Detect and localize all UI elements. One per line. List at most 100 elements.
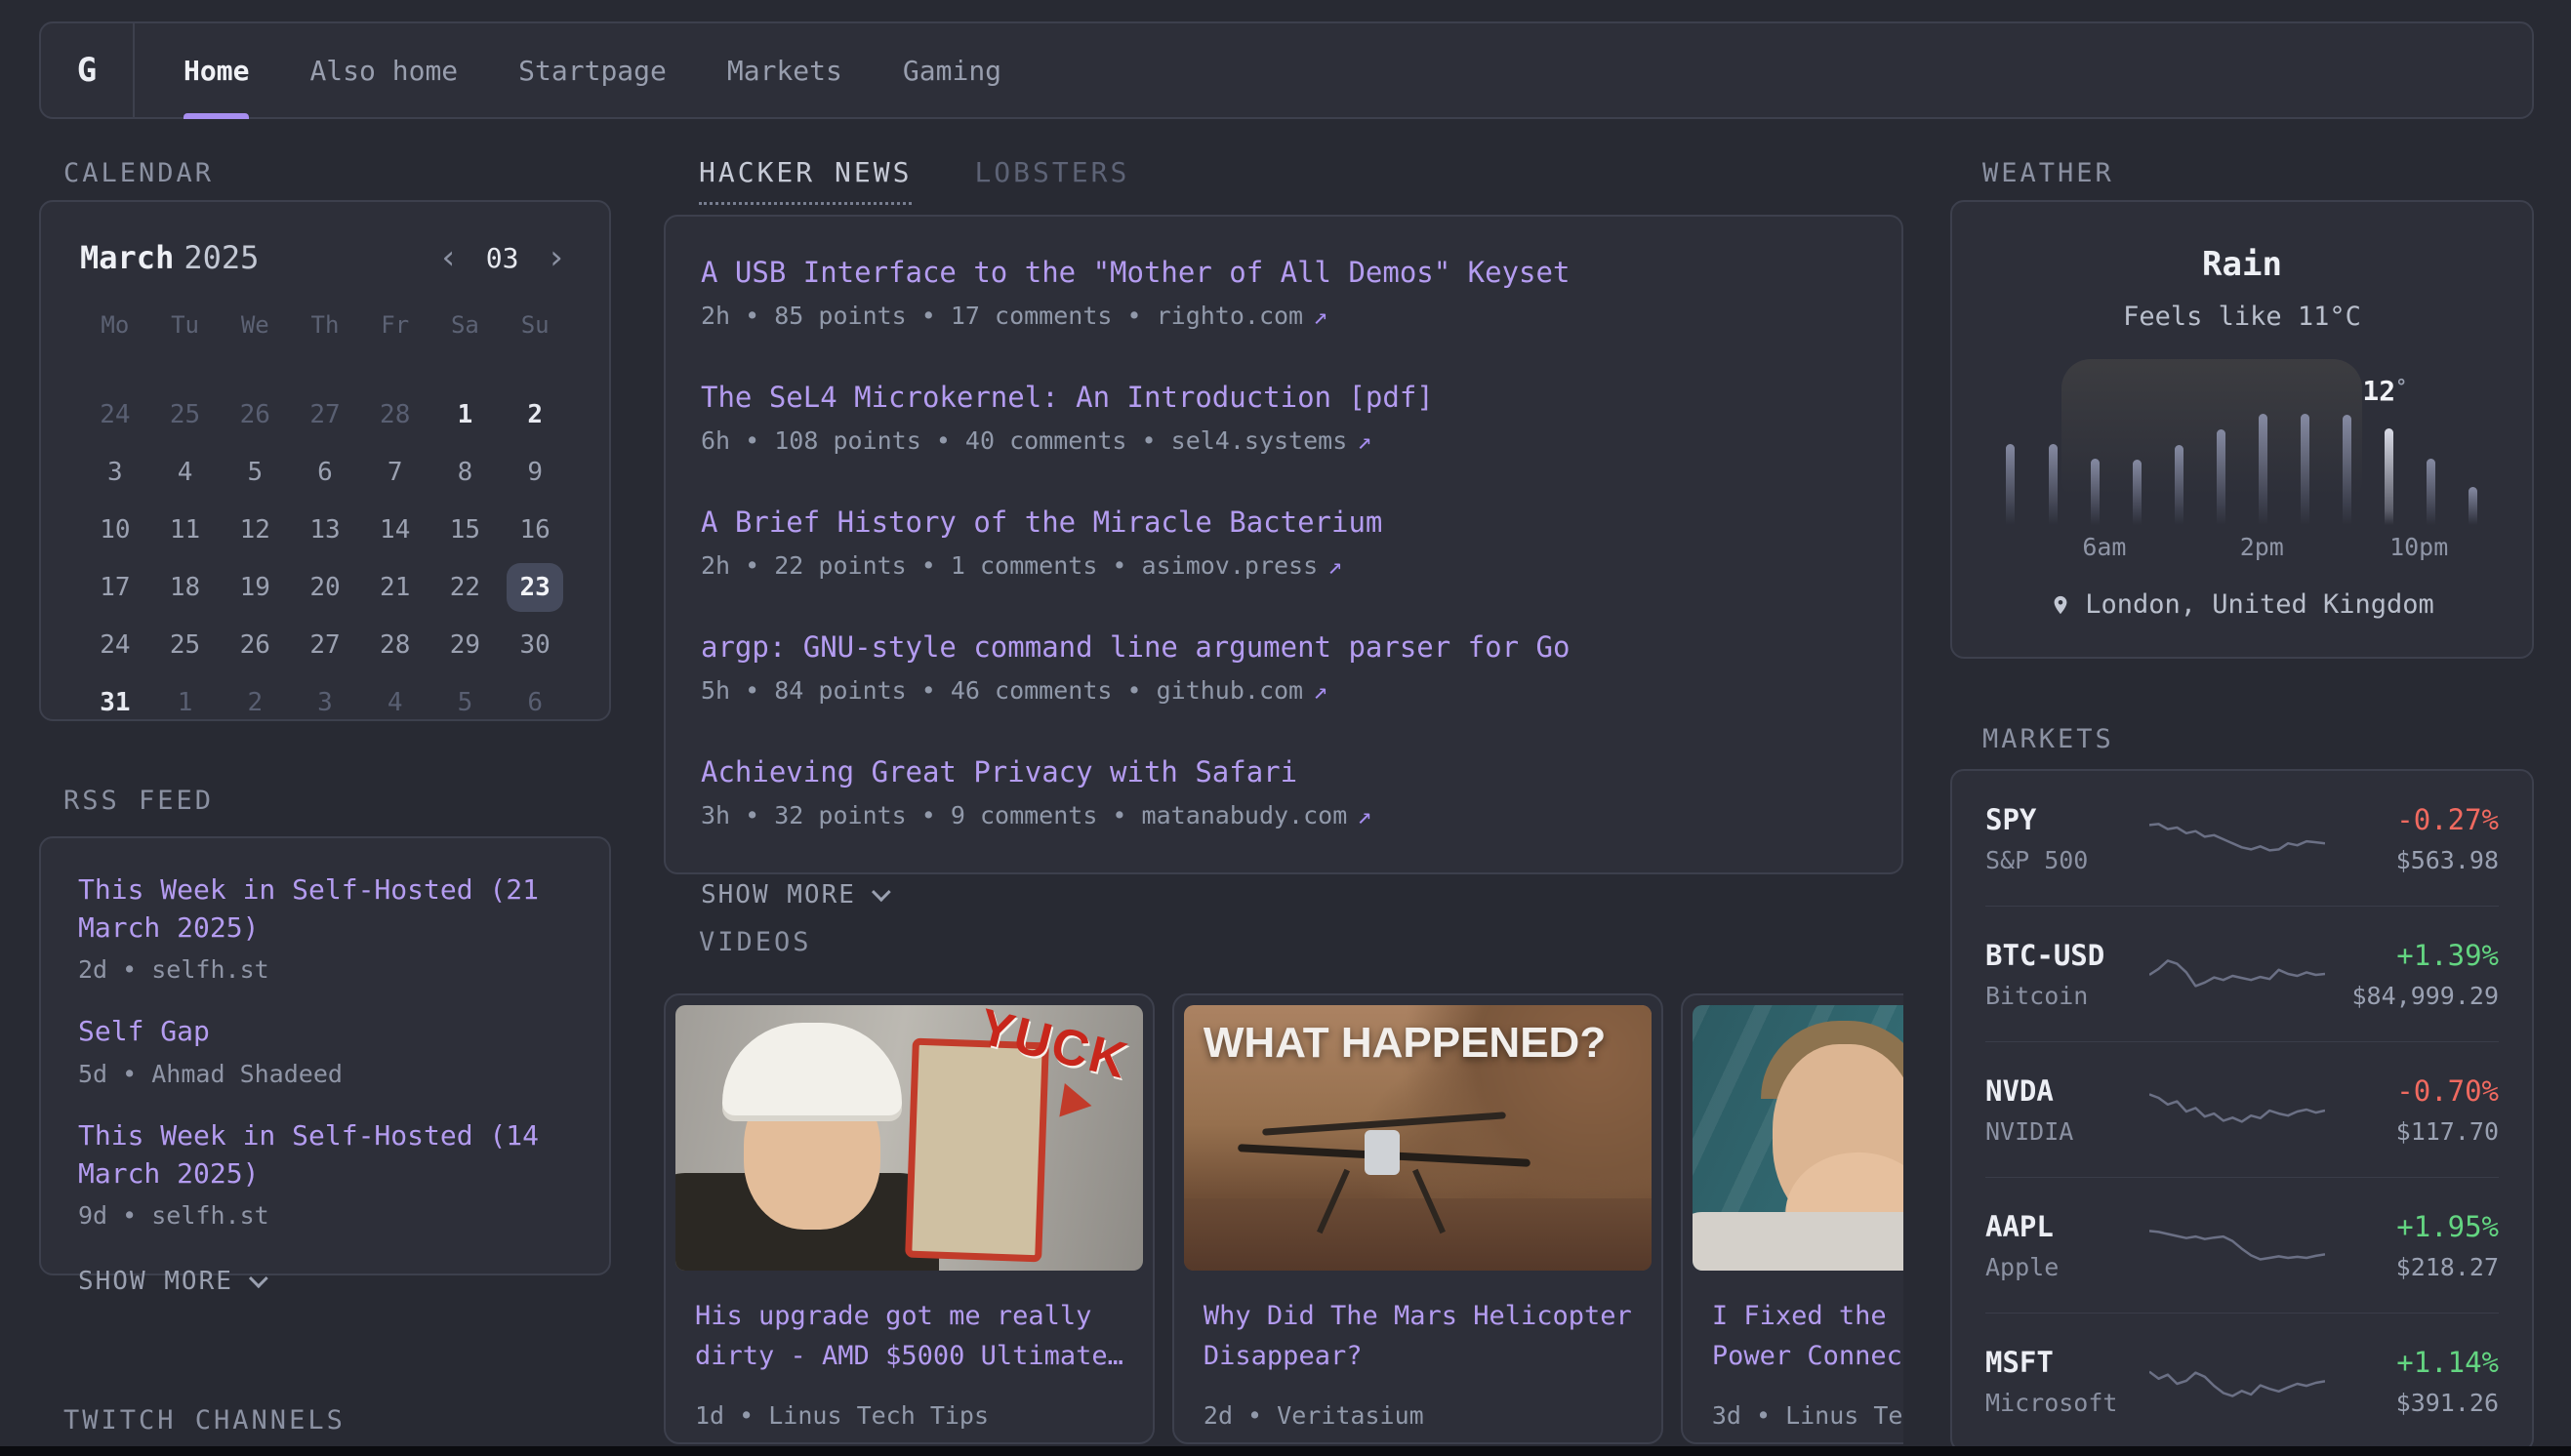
rss-item: This Week in Self-Hosted (21 March 2025)…	[78, 871, 572, 984]
video-title-line[interactable]: His upgrade got me really	[695, 1296, 1123, 1336]
market-row[interactable]: AAPL Apple +1.95% $218.27	[1985, 1178, 2499, 1314]
calendar-day[interactable]: 30	[500, 616, 570, 673]
calendar-day[interactable]: 5	[430, 673, 501, 731]
market-ticker[interactable]: AAPL	[1985, 1210, 2149, 1243]
hn-item-meta: 6h • 108 points • 40 comments • sel4.sys…	[701, 426, 1866, 455]
rss-item-title[interactable]: This Week in Self-Hosted (14 March 2025)	[78, 1117, 572, 1193]
calendar-day[interactable]: 6	[500, 673, 570, 731]
calendar-day[interactable]: 25	[150, 385, 221, 443]
feed-tab[interactable]: HACKER NEWS	[699, 156, 912, 205]
hn-item-title[interactable]: A USB Interface to the "Mother of All De…	[701, 256, 1570, 289]
calendar-day[interactable]: 22	[430, 558, 501, 616]
calendar-day[interactable]: 15	[430, 501, 501, 558]
external-link-icon[interactable]: ↗	[1327, 551, 1342, 580]
calendar-day[interactable]: 13	[290, 501, 360, 558]
calendar-day[interactable]: 25	[150, 616, 221, 673]
calendar-day[interactable]: 3	[290, 673, 360, 731]
calendar-day[interactable]: 11	[150, 501, 221, 558]
calendar-day[interactable]: 28	[360, 616, 430, 673]
market-ticker[interactable]: MSFT	[1985, 1346, 2149, 1379]
market-price: $563.98	[2325, 846, 2499, 874]
video-card[interactable]: WHAT HAPPENED? Why Did The Mars Helicopt…	[1172, 993, 1663, 1444]
thumb-helicopter-body	[1365, 1130, 1400, 1175]
calendar-day[interactable]: 1	[430, 385, 501, 443]
calendar-next-icon[interactable]: ›	[543, 241, 570, 274]
market-symbol-block: SPY S&P 500	[1985, 803, 2149, 874]
calendar-day[interactable]: 19	[220, 558, 290, 616]
market-ticker[interactable]: SPY	[1985, 803, 2149, 836]
video-title-line[interactable]: I Fixed the 5	[1712, 1296, 1903, 1336]
calendar-day[interactable]: 23	[500, 558, 570, 616]
calendar-day[interactable]: 24	[80, 385, 150, 443]
calendar-day[interactable]: 12	[220, 501, 290, 558]
calendar-prev-icon[interactable]: ‹	[434, 241, 462, 274]
calendar-day[interactable]: 31	[80, 673, 150, 731]
video-title-line[interactable]: dirty - AMD $5000 Ultimate…	[695, 1336, 1123, 1376]
external-link-icon[interactable]: ↗	[1357, 426, 1371, 455]
market-ticker[interactable]: BTC-USD	[1985, 939, 2149, 972]
rss-item-title[interactable]: This Week in Self-Hosted (21 March 2025)	[78, 871, 572, 947]
market-ticker[interactable]: NVDA	[1985, 1074, 2149, 1108]
external-link-icon[interactable]: ↗	[1313, 302, 1327, 330]
videos-row: YUCK His upgrade got me really dirty - A…	[664, 993, 1903, 1444]
external-link-icon[interactable]: ↗	[1313, 676, 1327, 705]
calendar-day[interactable]: 20	[290, 558, 360, 616]
thumb-hard-hat	[722, 1023, 902, 1115]
hn-item-title[interactable]: A Brief History of the Miracle Bacterium	[701, 506, 1382, 539]
calendar-day[interactable]: 24	[80, 616, 150, 673]
calendar-day[interactable]: 4	[360, 673, 430, 731]
map-pin-icon	[2050, 594, 2071, 616]
thumb-overlay-text: WHAT HAPPENED?	[1204, 1019, 1606, 1068]
calendar-day[interactable]: 10	[80, 501, 150, 558]
calendar-day[interactable]: 21	[360, 558, 430, 616]
video-title-line[interactable]: Disappear?	[1204, 1336, 1632, 1376]
video-title-line[interactable]: Power Connect	[1712, 1336, 1903, 1376]
calendar-day[interactable]: 14	[360, 501, 430, 558]
video-thumbnail[interactable]: DO TH T	[1693, 1005, 1903, 1271]
rss-item-title[interactable]: Self Gap	[78, 1013, 572, 1051]
calendar-day[interactable]: 7	[360, 443, 430, 501]
feed-tab[interactable]: LOBSTERS	[974, 156, 1129, 205]
calendar-month-number[interactable]: 03	[486, 242, 519, 274]
calendar-day[interactable]: 3	[80, 443, 150, 501]
rss-show-more-button[interactable]: SHOW MORE	[78, 1267, 572, 1296]
calendar-day[interactable]: 27	[290, 385, 360, 443]
hn-item-title[interactable]: The SeL4 Microkernel: An Introduction [p…	[701, 381, 1434, 414]
market-row[interactable]: SPY S&P 500 -0.27% $563.98	[1985, 771, 2499, 907]
video-title-line[interactable]: Why Did The Mars Helicopter	[1204, 1296, 1632, 1336]
external-link-icon[interactable]: ↗	[1357, 801, 1371, 829]
video-thumbnail[interactable]: WHAT HAPPENED?	[1184, 1005, 1652, 1271]
calendar-day[interactable]: 9	[500, 443, 570, 501]
calendar-day[interactable]: 18	[150, 558, 221, 616]
market-row[interactable]: BTC-USD Bitcoin +1.39% $84,999.29	[1985, 907, 2499, 1042]
calendar-weekday: Su	[500, 311, 570, 350]
calendar-day[interactable]: 2	[220, 673, 290, 731]
calendar-day[interactable]: 17	[80, 558, 150, 616]
calendar-day[interactable]: 6	[290, 443, 360, 501]
video-card[interactable]: DO TH T I Fixed the 5 Power Connect 3d •…	[1681, 993, 1903, 1444]
calendar-day[interactable]: 8	[430, 443, 501, 501]
calendar-day[interactable]: 2	[500, 385, 570, 443]
thumb-red-arrow	[1045, 1083, 1091, 1128]
market-row[interactable]: NVDA NVIDIA -0.70% $117.70	[1985, 1042, 2499, 1178]
market-value-block: -0.70% $117.70	[2325, 1074, 2499, 1146]
hn-item-title[interactable]: argp: GNU-style command line argument pa…	[701, 630, 1570, 664]
video-thumbnail[interactable]: YUCK	[675, 1005, 1143, 1271]
calendar-day[interactable]: 27	[290, 616, 360, 673]
calendar-day[interactable]: 1	[150, 673, 221, 731]
calendar-day[interactable]: 4	[150, 443, 221, 501]
calendar-day[interactable]: 16	[500, 501, 570, 558]
hn-show-more-button[interactable]: SHOW MORE	[701, 880, 1866, 910]
market-row[interactable]: MSFT Microsoft +1.14% $391.26	[1985, 1314, 2499, 1449]
calendar-day[interactable]: 26	[220, 385, 290, 443]
calendar-day[interactable]: 28	[360, 385, 430, 443]
calendar-day-grid: 24 25 26 27 28 1	[80, 385, 570, 731]
calendar-day[interactable]: 29	[430, 616, 501, 673]
calendar-day[interactable]: 5	[220, 443, 290, 501]
chevron-down-icon	[872, 882, 891, 902]
hn-item-title[interactable]: Achieving Great Privacy with Safari	[701, 755, 1297, 789]
calendar-day[interactable]: 26	[220, 616, 290, 673]
calendar-weekday: Fr	[360, 311, 430, 350]
video-card[interactable]: YUCK His upgrade got me really dirty - A…	[664, 993, 1155, 1444]
market-sparkline	[2149, 1214, 2325, 1276]
